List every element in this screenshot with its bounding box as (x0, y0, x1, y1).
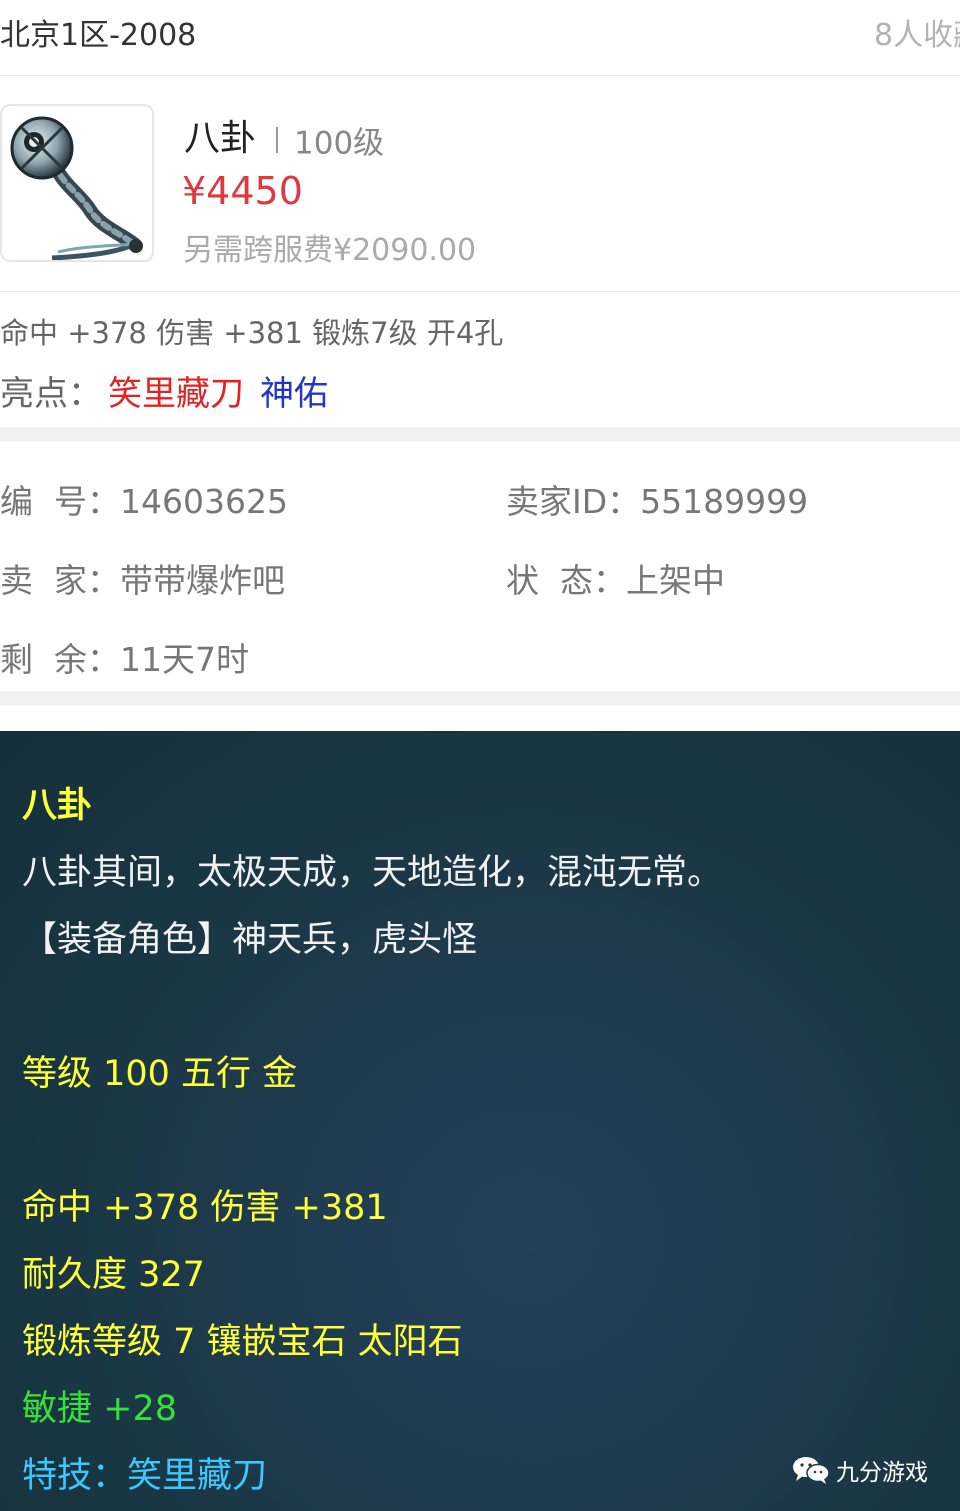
time-remaining: 剩 余：11天7时 (0, 633, 249, 681)
listing-header: 北京1区-2008 8人收藏 (0, 0, 960, 76)
section-divider (0, 691, 960, 705)
tooltip-title: 八卦 (22, 786, 93, 826)
listing-id-label: 编 号： (0, 482, 120, 521)
listing-id-value: 14603625 (119, 482, 288, 521)
remaining-value: 11天7时 (119, 640, 249, 679)
status: 状 态：上架中 (506, 554, 725, 602)
item-summary[interactable]: 八卦 100级 ¥4450 另需跨服费¥2090.00 (0, 77, 960, 292)
tooltip-skill: 特技：笑里藏刀 (22, 1456, 268, 1496)
seller-label: 卖 家： (0, 561, 120, 600)
item-title: 八卦 100级 (184, 109, 384, 163)
seller-value: 带带爆炸吧 (119, 561, 285, 600)
item-stats: 命中 +378 伤害 +381 锻炼7级 开4孔 (0, 316, 504, 350)
tooltip-description: 八卦其间，太极天成，天地造化，混沌无常。 (22, 853, 723, 893)
whip-weapon-icon (10, 116, 143, 260)
tooltip-level-element: 等级 100 五行 金 (22, 1054, 298, 1094)
tooltip-durability: 耐久度 327 (22, 1255, 205, 1295)
title-divider (276, 127, 279, 153)
listing-details: 编 号：14603625 卖家ID：55189999 卖 家：带带爆炸吧 状 态… (0, 441, 960, 691)
favorites-count[interactable]: 8人收藏 (874, 10, 960, 54)
status-value: 上架中 (625, 561, 725, 600)
seller-id-label: 卖家ID： (506, 482, 641, 521)
item-thumbnail (0, 104, 154, 262)
item-tooltip-panel: 八卦 八卦其间，太极天成，天地造化，混沌无常。 【装备角色】神天兵，虎头怪 等级… (0, 731, 960, 1511)
listing-id: 编 号：14603625 (0, 475, 288, 523)
highlights-label: 亮点： (0, 374, 102, 414)
item-highlights: 亮点： 笑里藏刀 神佑 (0, 366, 328, 415)
watermark-text: 九分游戏 (836, 1460, 928, 1486)
wechat-icon (793, 1457, 830, 1484)
tooltip-forge: 锻炼等级 7 镶嵌宝石 太阳石 (22, 1322, 463, 1362)
highlight-tag-skill: 笑里藏刀 (108, 374, 244, 414)
item-level: 100级 (294, 125, 385, 162)
tooltip-roles: 【装备角色】神天兵，虎头怪 (22, 920, 478, 960)
server-name: 北京1区-2008 (0, 18, 197, 53)
item-price: ¥4450 (182, 169, 303, 213)
seller-id-value: 55189999 (640, 482, 809, 521)
item-name: 八卦 (184, 118, 257, 159)
section-divider (0, 427, 960, 441)
seller-id: 卖家ID：55189999 (506, 475, 808, 523)
seller: 卖 家：带带爆炸吧 (0, 554, 285, 602)
tooltip-attack: 命中 +378 伤害 +381 (22, 1188, 388, 1228)
highlight-tag-bless: 神佑 (260, 374, 328, 414)
cross-server-fee: 另需跨服费¥2090.00 (183, 233, 477, 268)
status-label: 状 态： (506, 561, 626, 600)
tooltip-agility: 敏捷 +28 (22, 1389, 177, 1429)
watermark: 九分游戏 (792, 1452, 928, 1488)
remaining-label: 剩 余： (0, 640, 120, 679)
